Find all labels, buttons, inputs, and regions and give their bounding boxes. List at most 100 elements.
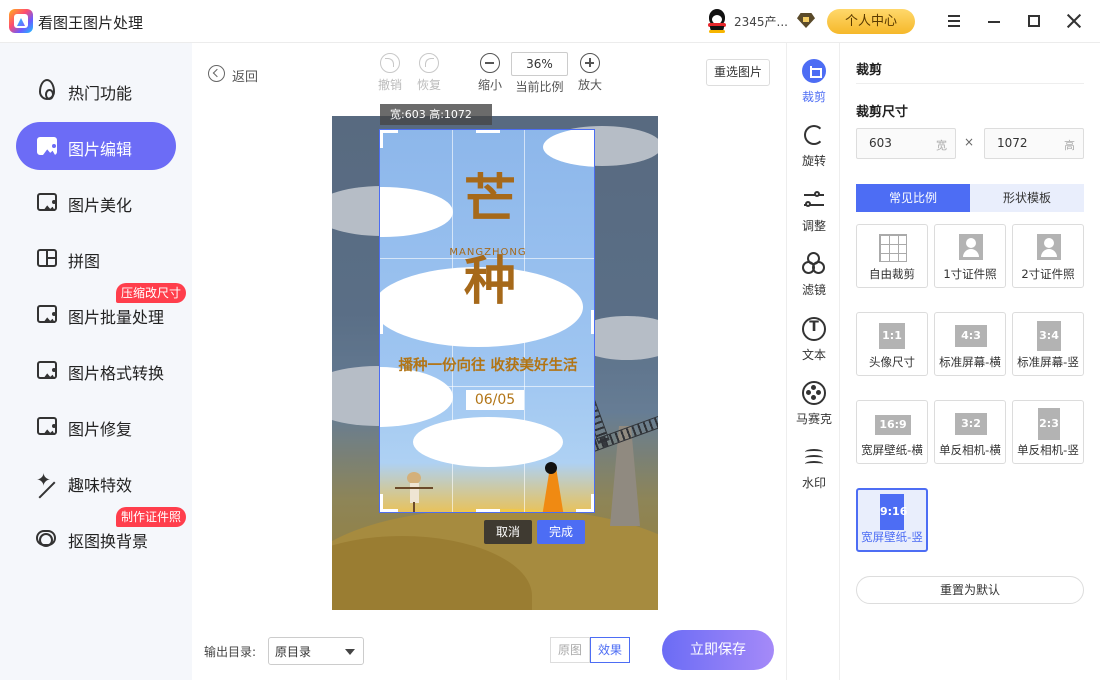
cloud-shape [380, 367, 453, 427]
rail-item-rotate[interactable]: 旋转 [787, 123, 841, 179]
crop-handle-top-right[interactable] [576, 130, 594, 148]
reselect-image-button[interactable]: 重选图片 [706, 59, 770, 86]
crop-handle-top[interactable] [476, 130, 500, 133]
sidebar-item-hot-features[interactable]: 热门功能 [16, 66, 176, 114]
ratio-4-3[interactable]: 4:3 标准屏幕-横 [934, 312, 1006, 376]
sidebar-item-fun-effects[interactable]: ✦ 趣味特效 [16, 458, 176, 506]
badge-id-photo: 制作证件照 [116, 507, 187, 527]
menu-icon[interactable] [944, 11, 964, 31]
crop-width-input[interactable]: 603 宽 [856, 128, 956, 159]
panel-divider [856, 83, 1084, 84]
sidebar-item-repair[interactable]: 图片修复 [16, 402, 176, 450]
redo-button[interactable]: 恢复 [404, 53, 454, 93]
zoom-out-button[interactable]: 缩小 [465, 53, 515, 93]
crop-handle-top-left[interactable] [380, 130, 398, 148]
hd-repair-icon [36, 415, 58, 437]
save-button[interactable]: 立即保存 [662, 630, 774, 670]
rail-label: 滤镜 [801, 283, 826, 297]
minimize-icon[interactable] [984, 11, 1004, 31]
ratio-free-crop[interactable]: 自由裁剪 [856, 224, 928, 288]
girl-head [545, 462, 557, 474]
crop-handle-bottom[interactable] [476, 509, 500, 512]
ratio-3-2[interactable]: 3:2 单反相机-横 [934, 400, 1006, 464]
crop-height-input[interactable]: 1072 高 [984, 128, 1084, 159]
batch-process-icon [36, 303, 58, 325]
id-photo-icon [959, 234, 983, 260]
sidebar-item-label: 图片格式转换 [68, 364, 165, 383]
crop-frame[interactable]: 芒 MANGZHONG 种 播种一份向往 收获美好生活 06/05 [379, 129, 595, 513]
zoom-in-button[interactable]: 放大 [565, 53, 615, 93]
sidebar-item-collage[interactable]: 拼图 [16, 234, 176, 282]
crop-handle-bottom-left[interactable] [380, 494, 398, 512]
ratio-1inch-id[interactable]: 1寸证件照 [934, 224, 1006, 288]
ratio-1-1[interactable]: 1:1 头像尺寸 [856, 312, 928, 376]
effect-toggle[interactable]: 效果 [590, 637, 630, 663]
tab-shape-template[interactable]: 形状模板 [970, 184, 1084, 212]
sidebar-item-format-convert[interactable]: 图片格式转换 [16, 346, 176, 394]
vip-diamond-icon[interactable] [797, 13, 815, 28]
qq-avatar-icon[interactable] [706, 9, 728, 33]
mosaic-icon [802, 381, 826, 405]
ratio-9-16[interactable]: 9:16 宽屏壁纸-竖 [856, 488, 928, 552]
rail-item-crop[interactable]: 裁剪 [787, 59, 841, 115]
close-icon[interactable] [1064, 11, 1084, 31]
sidebar: 热门功能 图片编辑 图片美化 拼图 图片批量处理 压缩改尺寸 图片格式转换 图片… [0, 43, 192, 680]
sidebar-item-label: 热门功能 [68, 84, 133, 103]
rail-label: 裁剪 [801, 90, 826, 104]
ratio-label: 自由裁剪 [869, 267, 915, 281]
crop-height-value: 1072 [997, 136, 1028, 150]
collage-icon [36, 247, 58, 269]
rail-label: 水印 [801, 476, 826, 490]
reset-default-button[interactable]: 重置为默认 [856, 576, 1084, 604]
ratio-label: 宽屏壁纸-横 [861, 443, 923, 457]
rail-item-mosaic[interactable]: 马赛克 [787, 381, 841, 437]
crop-height-unit: 高 [1064, 139, 1075, 152]
panel-title: 裁剪 [856, 63, 883, 78]
times-sign: × [964, 135, 975, 149]
crop-handle-bottom-right[interactable] [576, 494, 594, 512]
crop-grid-line [380, 386, 594, 387]
rail-item-adjust[interactable]: 调整 [787, 188, 841, 244]
zoom-in-label: 放大 [577, 78, 602, 92]
ratio-label: 宽屏壁纸-竖 [861, 530, 923, 544]
sidebar-item-image-edit[interactable]: 图片编辑 [16, 122, 176, 170]
minus-icon [480, 53, 500, 73]
output-dir-select[interactable]: 原目录 [268, 637, 364, 665]
ratio-label: 标准屏幕-竖 [1017, 355, 1079, 369]
zoom-caption: 当前比例 [515, 80, 564, 94]
scarecrow-figure [395, 472, 433, 512]
ratio-16-9[interactable]: 16:9 宽屏壁纸-横 [856, 400, 928, 464]
zoom-input[interactable]: 36% [511, 52, 568, 76]
crop-cancel-button[interactable]: 取消 [484, 520, 532, 544]
rail-label: 旋转 [801, 154, 826, 168]
ratio-2inch-id[interactable]: 2寸证件照 [1012, 224, 1084, 288]
back-arrow-icon [208, 65, 225, 82]
rail-item-filter[interactable]: 滤镜 [787, 252, 841, 308]
sidebar-item-beautify[interactable]: 图片美化 [16, 178, 176, 226]
ratio-box: 2:3 [1038, 408, 1060, 440]
ratio-3-4[interactable]: 3:4 标准屏幕-竖 [1012, 312, 1084, 376]
crop-handle-left[interactable] [380, 310, 383, 334]
ratio-2-3[interactable]: 2:3 单反相机-竖 [1012, 400, 1084, 464]
maximize-icon[interactable] [1024, 11, 1044, 31]
sidebar-item-label: 图片编辑 [68, 140, 133, 159]
title-bar: 看图王图片处理 2345产... 个人中心 [0, 0, 1100, 43]
app-logo-icon [9, 9, 33, 33]
rail-item-text[interactable]: T 文本 [787, 317, 841, 373]
profile-center-button[interactable]: 个人中心 [827, 9, 915, 34]
crop-width-value: 603 [869, 136, 892, 150]
sidebar-item-label: 抠图换背景 [68, 532, 149, 551]
username[interactable]: 2345产... [734, 13, 788, 30]
ratio-label: 标准屏幕-横 [939, 355, 1001, 369]
ratio-box: 4:3 [955, 325, 987, 347]
rail-label: 调整 [801, 219, 826, 233]
crop-confirm-button[interactable]: 完成 [537, 520, 585, 544]
original-toggle[interactable]: 原图 [550, 637, 590, 663]
redo-icon [419, 53, 439, 73]
poster-title-char-1: 芒 [464, 169, 517, 230]
crop-handle-right[interactable] [591, 310, 594, 334]
tab-common-ratio[interactable]: 常见比例 [856, 184, 970, 212]
plus-icon [580, 53, 600, 73]
tool-rail: 裁剪 旋转 调整 滤镜 T 文本 马赛克 水印 [786, 43, 840, 680]
rail-item-watermark[interactable]: 水印 [787, 445, 841, 501]
